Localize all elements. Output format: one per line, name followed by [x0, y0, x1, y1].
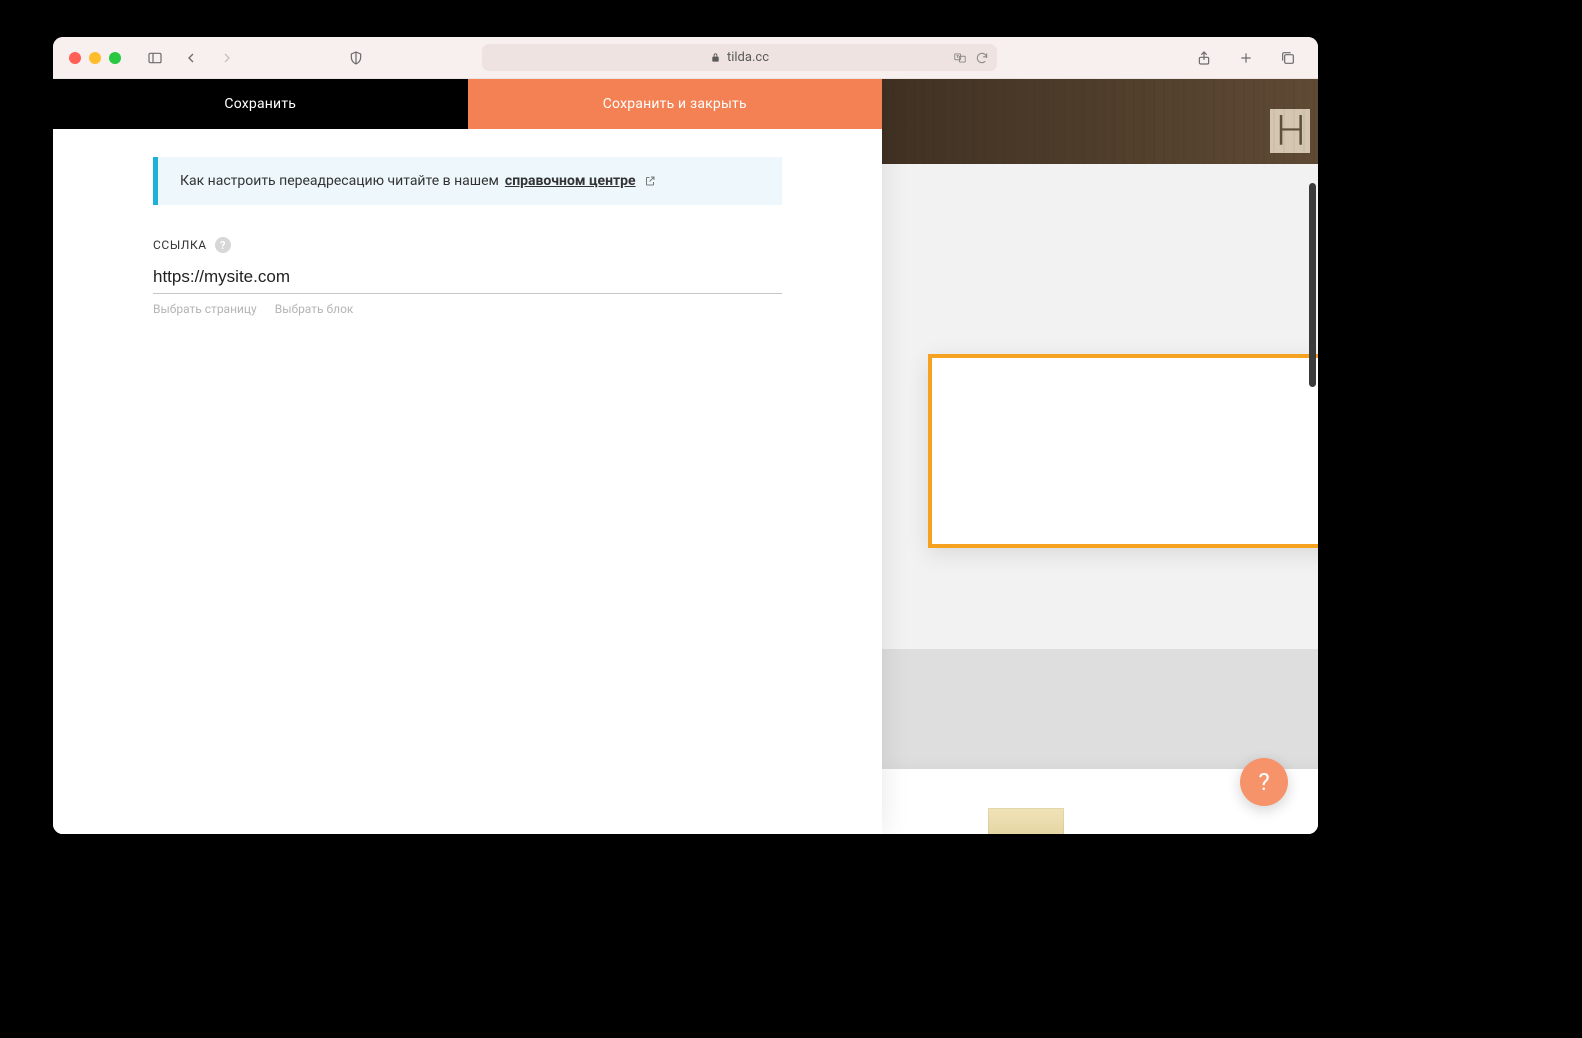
help-fab-button[interactable]: ?	[1240, 758, 1288, 806]
tabs-overview-icon[interactable]	[1274, 46, 1302, 70]
window-zoom-button[interactable]	[109, 52, 121, 64]
share-icon[interactable]	[1190, 46, 1218, 70]
translate-icon[interactable]	[953, 51, 967, 65]
back-button[interactable]	[177, 46, 205, 70]
toolbar-right	[1190, 46, 1302, 70]
url-bar-actions	[953, 51, 989, 65]
page-card-image	[988, 808, 1064, 834]
link-field-label: ССЫЛКА	[153, 238, 207, 252]
external-link-icon	[644, 175, 656, 187]
help-icon[interactable]: ?	[215, 237, 231, 253]
link-quick-picks: Выбрать страницу Выбрать блок	[153, 302, 782, 316]
panel-body: Как настроить переадресацию читайте в на…	[53, 129, 882, 316]
link-input[interactable]	[153, 259, 782, 294]
privacy-shield-icon[interactable]	[342, 46, 370, 70]
scrollbar-thumb[interactable]	[1309, 183, 1316, 387]
reload-icon[interactable]	[975, 51, 989, 65]
notice-help-link[interactable]: справочном центре	[505, 173, 636, 189]
browser-window: tilda.cc H	[53, 37, 1318, 834]
pick-block-link[interactable]: Выбрать блок	[275, 302, 354, 316]
page-highlighted-block[interactable]	[928, 354, 1318, 548]
page-hero-letter: H	[1270, 109, 1310, 153]
forward-button[interactable]	[213, 46, 241, 70]
traffic-lights	[69, 52, 121, 64]
panel-action-bar: Сохранить Сохранить и закрыть	[53, 79, 882, 129]
window-minimize-button[interactable]	[89, 52, 101, 64]
info-notice: Как настроить переадресацию читайте в на…	[153, 157, 782, 205]
new-tab-icon[interactable]	[1232, 46, 1260, 70]
save-and-close-button[interactable]: Сохранить и закрыть	[468, 79, 883, 129]
link-field-block: ССЫЛКА ? Выбрать страницу Выбрать блок	[153, 237, 782, 316]
notice-text: Как настроить переадресацию читайте в на…	[180, 173, 499, 189]
save-button[interactable]: Сохранить	[53, 79, 468, 129]
browser-titlebar: tilda.cc	[53, 37, 1318, 79]
lock-icon	[710, 52, 721, 63]
page-viewport: H Сохранить Сохранить и закрыть Как наст…	[53, 79, 1318, 834]
pick-page-link[interactable]: Выбрать страницу	[153, 302, 257, 316]
url-bar[interactable]: tilda.cc	[482, 44, 997, 71]
url-text: tilda.cc	[727, 50, 769, 65]
sidebar-toggle-icon[interactable]	[141, 46, 169, 70]
editor-panel: Сохранить Сохранить и закрыть Как настро…	[53, 79, 882, 834]
window-close-button[interactable]	[69, 52, 81, 64]
